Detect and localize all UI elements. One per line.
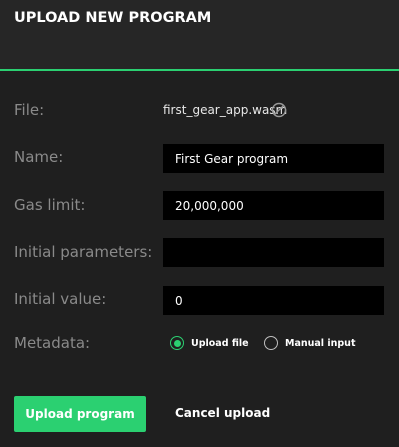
gas-limit-input[interactable] bbox=[163, 191, 384, 220]
gas-limit-label: Gas limit: bbox=[14, 196, 86, 214]
initial-parameters-label: Initial parameters: bbox=[14, 243, 153, 261]
initial-parameters-input[interactable] bbox=[163, 238, 384, 267]
metadata-manual-input-radio[interactable]: Manual input bbox=[264, 334, 356, 352]
radio-checked-icon bbox=[170, 336, 184, 350]
file-label: File: bbox=[14, 101, 45, 119]
upload-program-button[interactable]: Upload program bbox=[14, 396, 146, 432]
file-name: first_gear_app.wasm bbox=[163, 103, 288, 117]
radio-dot bbox=[173, 339, 181, 347]
circle-slash-icon[interactable] bbox=[271, 102, 287, 118]
metadata-upload-file-label: Upload file bbox=[191, 337, 249, 349]
metadata-label: Metadata: bbox=[14, 334, 91, 352]
initial-value-label: Initial value: bbox=[14, 290, 107, 308]
radio-unchecked-icon bbox=[264, 336, 278, 350]
page-title: UPLOAD NEW PROGRAM bbox=[14, 10, 212, 26]
metadata-upload-file-radio[interactable]: Upload file bbox=[170, 334, 249, 352]
name-label: Name: bbox=[14, 148, 64, 166]
metadata-manual-input-label: Manual input bbox=[285, 337, 356, 349]
page-header: UPLOAD NEW PROGRAM bbox=[0, 0, 399, 71]
initial-value-input[interactable] bbox=[163, 286, 384, 315]
name-input[interactable] bbox=[163, 144, 384, 173]
cancel-upload-button[interactable]: Cancel upload bbox=[175, 406, 270, 420]
